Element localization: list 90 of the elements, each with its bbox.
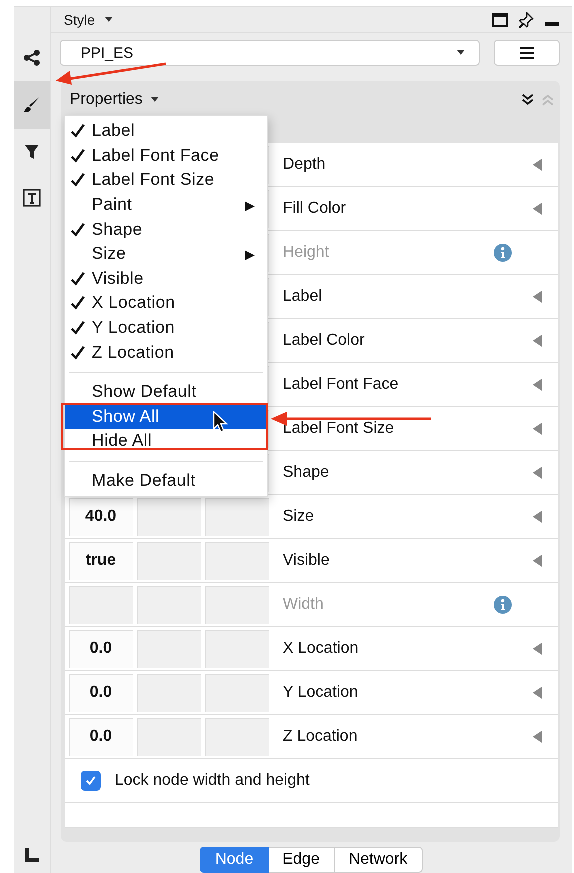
check-icon	[70, 344, 86, 361]
menu-item[interactable]: Z Location	[65, 340, 267, 365]
info-icon[interactable]	[494, 596, 512, 614]
bypass-cell[interactable]	[205, 586, 269, 624]
expand-arrow-icon[interactable]	[533, 202, 542, 214]
property-name: Height	[283, 244, 330, 262]
default-value-cell[interactable]	[69, 586, 133, 624]
bypass-cell[interactable]	[205, 498, 269, 536]
info-icon[interactable]	[494, 244, 512, 262]
tab[interactable]: Edge	[268, 847, 335, 873]
property-name: Label	[283, 288, 322, 306]
expand-arrow-icon[interactable]	[533, 686, 542, 698]
menu-icon	[519, 47, 535, 59]
tab[interactable]: Node	[200, 847, 269, 873]
menu-button[interactable]	[494, 40, 560, 66]
mapping-cell[interactable]	[137, 718, 201, 756]
expand-all-icon[interactable]	[522, 94, 534, 106]
default-value-cell[interactable]: 40.0	[69, 498, 133, 536]
bypass-cell[interactable]	[205, 542, 269, 580]
check-icon	[70, 270, 86, 287]
menu-item[interactable]: Y Location	[65, 316, 267, 340]
default-value-cell[interactable]: 0.0	[69, 674, 133, 712]
property-name: Label Font Size	[283, 420, 394, 438]
expand-arrow-icon[interactable]	[533, 158, 542, 170]
expand-arrow-icon[interactable]	[533, 642, 542, 654]
mapping-cell[interactable]	[137, 586, 201, 624]
property-name: Z Location	[283, 728, 358, 746]
filter-icon	[24, 144, 40, 160]
menu-item[interactable]: X Location	[65, 291, 267, 316]
caret-icon[interactable]	[150, 97, 159, 103]
expand-arrow-icon[interactable]	[533, 510, 542, 522]
check-icon	[70, 123, 86, 140]
check-icon	[70, 222, 86, 238]
default-value-cell[interactable]: true	[69, 542, 133, 580]
property-name: Fill Color	[283, 200, 346, 218]
property-name: Depth	[283, 156, 326, 174]
expand-arrow-icon[interactable]	[533, 730, 542, 742]
mapping-cell[interactable]	[137, 674, 201, 712]
pin-icon[interactable]	[518, 12, 534, 28]
mouse-cursor-icon	[213, 411, 229, 433]
check-icon	[70, 320, 86, 336]
check-icon	[70, 172, 86, 188]
brush-icon	[23, 96, 41, 114]
mapping-cell[interactable]	[137, 542, 201, 580]
menu-item[interactable]: Label Font Face	[65, 144, 267, 168]
menu-item[interactable]: Make Default	[65, 468, 267, 494]
tab[interactable]: Network	[334, 847, 423, 873]
checkbox[interactable]	[81, 770, 101, 790]
bypass-cell[interactable]	[205, 718, 269, 756]
property-name: Label Font Face	[283, 376, 399, 394]
mapping-cell[interactable]	[137, 630, 201, 668]
property-name: X Location	[283, 640, 359, 658]
expand-arrow-icon[interactable]	[533, 378, 542, 390]
check-icon	[70, 148, 86, 164]
menu-item[interactable]: Show All	[65, 404, 267, 430]
menu-item[interactable]: Visible	[65, 266, 267, 292]
mapping-cell[interactable]	[137, 498, 201, 536]
window-icon[interactable]	[492, 12, 508, 26]
default-value-cell[interactable]: 0.0	[69, 718, 133, 756]
caret-icon	[457, 50, 465, 56]
text-box-icon	[23, 189, 41, 207]
bypass-cell[interactable]	[205, 630, 269, 668]
menu-item[interactable]: Size ▶	[65, 242, 267, 267]
property-name: Size	[283, 508, 314, 526]
share-icon	[23, 49, 41, 67]
menu-item[interactable]: Label Font Size	[65, 168, 267, 193]
check-icon	[85, 774, 97, 786]
menu-item[interactable]: Show Default	[65, 380, 267, 405]
expand-arrow-icon[interactable]	[533, 422, 542, 434]
property-name: Width	[283, 596, 324, 614]
property-name: Visible	[283, 552, 330, 570]
check-icon	[70, 295, 86, 312]
expand-arrow-icon[interactable]	[533, 290, 542, 302]
style-select[interactable]: PPI_ES	[60, 40, 480, 66]
ruler-icon[interactable]	[24, 847, 40, 863]
caret-icon[interactable]	[105, 16, 114, 22]
expand-arrow-icon[interactable]	[533, 554, 542, 566]
checkbox-label[interactable]: Lock node width and height	[115, 772, 310, 790]
default-value-cell[interactable]: 0.0	[69, 630, 133, 668]
panel-title[interactable]: Style	[64, 12, 96, 28]
menu-item[interactable]: Paint ▶	[65, 192, 267, 218]
menu-item[interactable]: Label	[65, 119, 267, 144]
bypass-cell[interactable]	[205, 674, 269, 712]
properties-title[interactable]: Properties	[70, 91, 143, 109]
expand-arrow-icon[interactable]	[533, 466, 542, 478]
property-name: Y Location	[283, 684, 358, 702]
property-name: Shape	[283, 464, 330, 482]
expand-arrow-icon[interactable]	[533, 334, 542, 346]
property-name: Label Color	[283, 332, 365, 350]
menu-item[interactable]: Shape	[65, 217, 267, 242]
